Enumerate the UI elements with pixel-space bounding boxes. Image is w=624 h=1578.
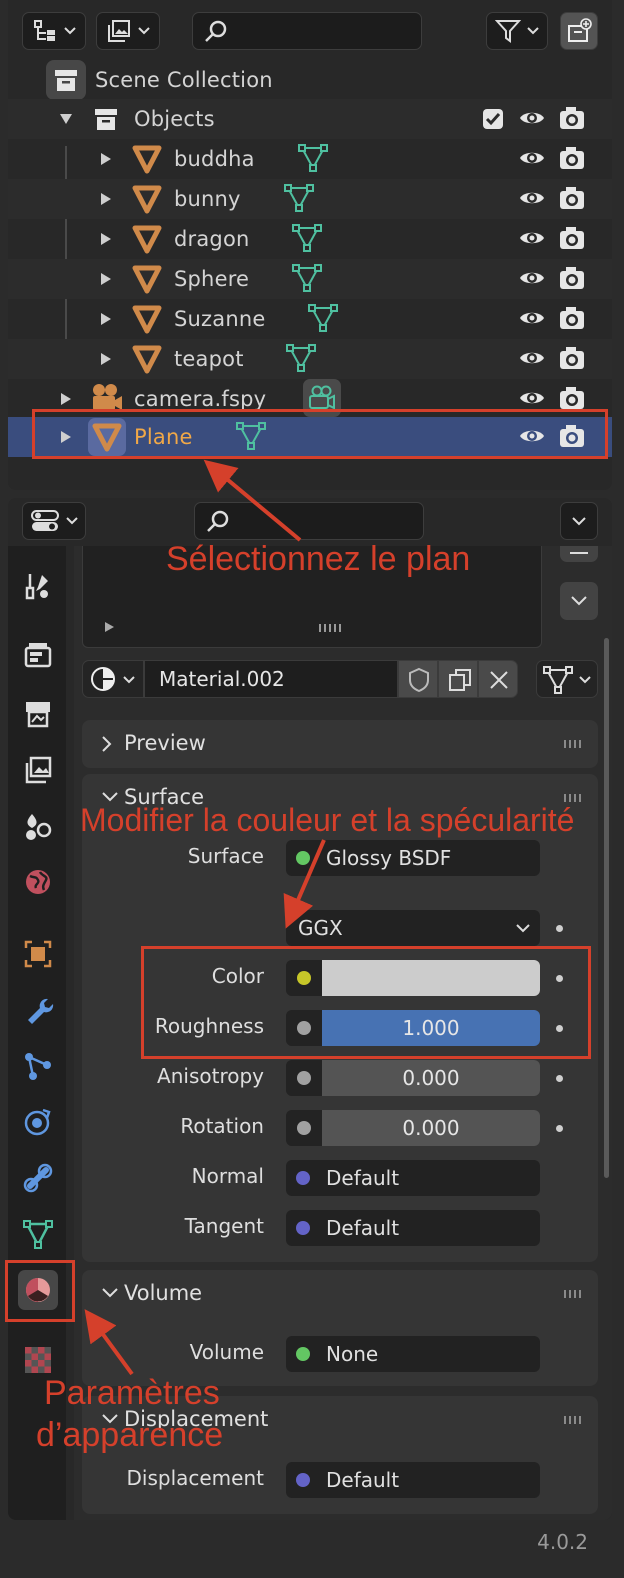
annotation-appearance-line2: d’apparence [36,1416,224,1454]
annotation-select-plane: Sélectionnez le plan [166,540,471,578]
arrow-to-material-tab [84,1309,134,1376]
arrow-to-plane [203,459,302,542]
annotation-modify-color: Modifier la couleur et la spécularité [80,802,575,838]
arrow-to-fields [283,839,326,929]
annotation-arrows [84,459,326,1376]
annotation-appearance-line1: Paramètres [44,1374,220,1412]
